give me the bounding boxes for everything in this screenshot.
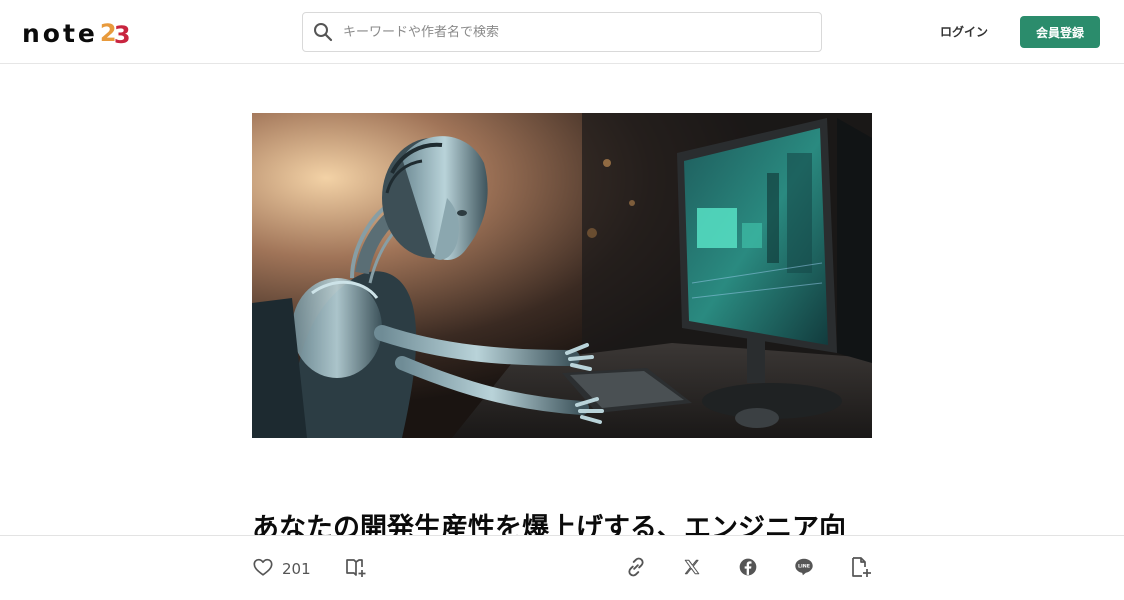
share-x-button[interactable]	[679, 556, 705, 582]
logo-wordmark: note	[22, 18, 98, 48]
like-count: 201	[282, 560, 311, 578]
signup-button[interactable]: 会員登録	[1020, 16, 1100, 48]
note-logo[interactable]: note 2 3	[22, 18, 138, 50]
header: note 2 3 ログイン 会員登録	[0, 0, 1124, 64]
like-button[interactable]: 201	[252, 556, 311, 582]
add-to-magazine-button[interactable]	[343, 556, 369, 582]
search-input[interactable]	[343, 24, 803, 40]
robot-at-computer-illustration	[252, 113, 872, 438]
copy-link-button[interactable]	[623, 556, 649, 582]
logo-year-digit: 3	[113, 21, 131, 49]
article-action-bar: 201 LINE	[0, 535, 1124, 600]
line-icon: LINE	[793, 556, 815, 582]
write-note-button[interactable]	[848, 556, 874, 582]
article-hero-image	[252, 113, 872, 438]
share-line-button[interactable]: LINE	[791, 556, 817, 582]
x-icon	[683, 558, 701, 580]
heart-icon	[252, 556, 274, 582]
facebook-icon	[738, 557, 758, 581]
logo-year-mark: 2 3	[100, 18, 138, 49]
line-icon-label: LINE	[798, 564, 810, 570]
login-button[interactable]: ログイン	[930, 20, 998, 44]
search-box[interactable]	[302, 12, 822, 52]
link-icon	[625, 556, 647, 582]
article-title: あなたの開発生産性を爆上げする、エンジニア向	[252, 513, 846, 538]
magazine-add-icon	[344, 555, 368, 583]
search-icon	[303, 12, 343, 52]
note-add-icon	[849, 555, 873, 583]
share-facebook-button[interactable]	[735, 556, 761, 582]
